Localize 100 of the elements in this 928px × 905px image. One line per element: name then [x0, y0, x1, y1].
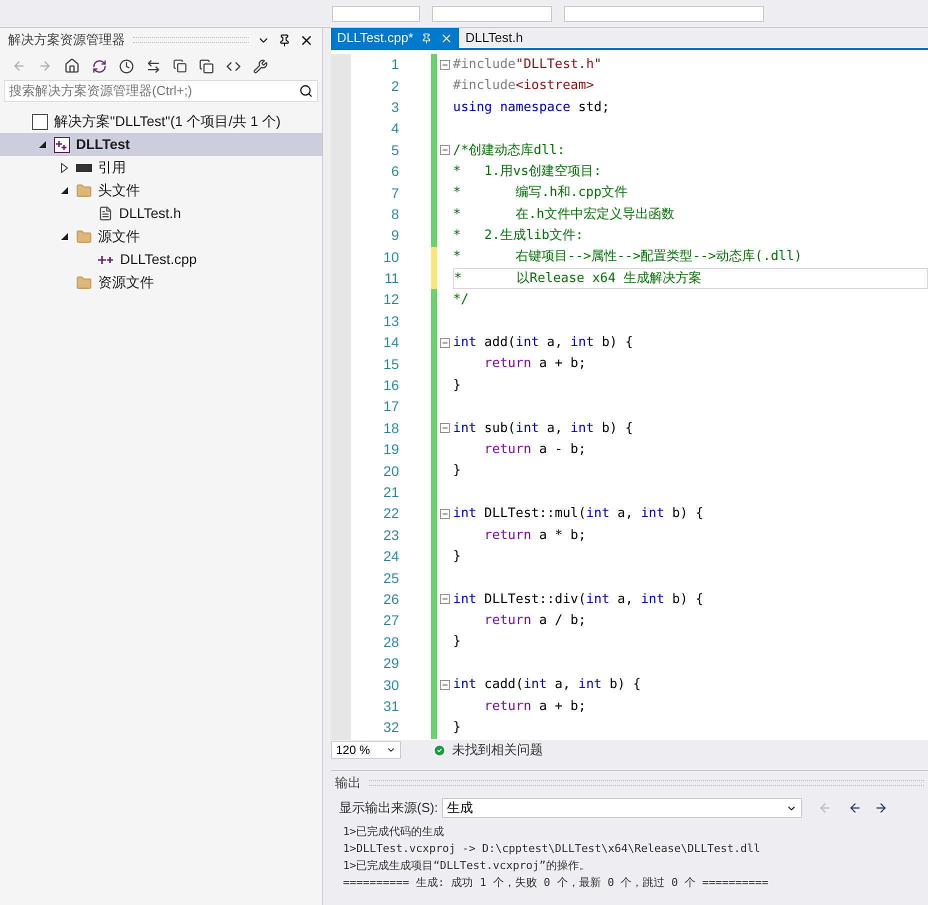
- collapse-icon[interactable]: [440, 338, 450, 348]
- solution-icon: [32, 114, 48, 130]
- line-number: 7: [391, 184, 399, 203]
- tree-item[interactable]: 资源文件: [0, 271, 322, 294]
- collapse-all-icon[interactable]: [173, 59, 187, 73]
- line-number: 2: [391, 76, 399, 96]
- line-number: 9: [391, 226, 399, 246]
- search-icon: [299, 84, 313, 98]
- line-number: 14: [383, 333, 399, 352]
- line-number: 19: [383, 440, 399, 460]
- code-line: * 2.生成lib文件:: [453, 227, 584, 246]
- folder-icon: [76, 182, 92, 198]
- line-number: 22: [383, 504, 399, 524]
- pin-icon[interactable]: [278, 34, 291, 46]
- code-line: }: [453, 633, 461, 652]
- clock-icon[interactable]: [119, 58, 134, 74]
- line-number: 29: [383, 654, 399, 674]
- code-line: }: [453, 719, 461, 738]
- file-icon: [98, 206, 113, 221]
- folder-icon: [76, 228, 92, 244]
- line-number: 8: [391, 204, 399, 224]
- tree-item[interactable]: 解决方案"DLLTest"(1 个项目/共 1 个): [0, 110, 322, 133]
- show-all-files-icon[interactable]: [199, 58, 214, 74]
- line-number: 17: [383, 397, 399, 416]
- code-line: #include"DLLTest.h": [453, 56, 602, 74]
- tree-item[interactable]: DLLTest.cpp: [0, 248, 322, 271]
- tree-item[interactable]: 源文件: [0, 225, 322, 248]
- output-line: 1>已完成生成项目“DLLTest.vcxproj”的操作。: [343, 858, 591, 874]
- line-number: 15: [383, 354, 399, 374]
- tree-item[interactable]: 头文件: [0, 179, 322, 202]
- line-number: 23: [383, 526, 399, 545]
- code-line: /*创建动态库dll:: [453, 142, 565, 160]
- collapse-icon[interactable]: [440, 680, 450, 690]
- code-line: * 在.h文件中宏定义导出函数: [453, 206, 674, 224]
- line-number: 20: [383, 462, 399, 481]
- source-label: 显示输出来源(S):: [339, 799, 438, 818]
- code-line: * 1.用vs创建空项目:: [453, 162, 602, 181]
- home-icon[interactable]: [64, 58, 80, 74]
- switch-views-icon[interactable]: [92, 58, 107, 74]
- status-message: 未找到相关问题: [452, 741, 543, 760]
- line-number: 32: [383, 718, 399, 738]
- properties-icon[interactable]: [253, 58, 268, 74]
- line-number: 27: [383, 611, 399, 630]
- code-line: * 编写.h和.cpp文件: [453, 184, 628, 202]
- expanded-arrow-icon[interactable]: [38, 141, 46, 148]
- line-number: 18: [383, 418, 399, 438]
- line-number: 6: [391, 162, 399, 182]
- output-line: ========== 生成: 成功 1 个，失败 0 个，最新 0 个，跳过 0 个 ==========: [343, 875, 770, 891]
- code-line: return a - b;: [483, 440, 586, 459]
- expanded-arrow-icon[interactable]: [60, 187, 68, 194]
- code-line: int add(int a, int b) {: [453, 334, 634, 352]
- line-number: 26: [383, 590, 399, 609]
- cpp-file-icon: [98, 254, 114, 264]
- code-line: int sub(int a, int b) {: [453, 420, 634, 438]
- line-number: 28: [383, 632, 399, 652]
- expanded-arrow-icon[interactable]: [60, 233, 68, 240]
- code-line: }: [453, 548, 461, 566]
- code-line: * 以Release x64 生成解决方案: [454, 270, 702, 288]
- line-number: 12: [383, 290, 399, 310]
- code-line: }: [453, 462, 461, 480]
- line-number: 31: [383, 696, 399, 716]
- collapse-icon[interactable]: [440, 423, 450, 434]
- collapse-icon[interactable]: [440, 508, 450, 519]
- go-to-previous-icon[interactable]: [848, 801, 862, 815]
- tree-item[interactable]: 引用: [0, 156, 322, 179]
- collapse-icon[interactable]: [440, 594, 450, 604]
- collapse-icon[interactable]: [440, 60, 450, 70]
- line-number: 5: [391, 140, 399, 160]
- line-number: 13: [383, 312, 399, 331]
- tree-item[interactable]: DLLTest: [0, 133, 322, 156]
- code-line: }: [453, 376, 461, 395]
- tree-item[interactable]: DLLTest.h: [0, 202, 322, 225]
- code-line: return a + b;: [483, 698, 586, 716]
- editor-tab[interactable]: DLLTest.h: [459, 28, 529, 48]
- line-number: 10: [383, 248, 399, 267]
- collapse-icon[interactable]: [440, 145, 450, 156]
- code-line: * 右键项目-->属性-->配置类型-->动态库(.dll): [453, 248, 802, 266]
- code-line: int DLLTest::div(int a, int b) {: [453, 590, 704, 609]
- line-number: 25: [383, 568, 399, 588]
- references-icon: [76, 164, 92, 172]
- search-field[interactable]: 搜索解决方案资源管理器(Ctrl+;): [4, 80, 318, 102]
- go-to-next-icon[interactable]: [874, 801, 888, 815]
- collapsed-arrow-icon[interactable]: [60, 162, 68, 172]
- panel-title: 解决方案资源管理器: [8, 31, 125, 50]
- output-line: 1>DLLTest.vcxproj -> D:\cpptest\DLLTest\x64\Release\DLLTest.dll: [343, 841, 762, 857]
- panel-title: 输出: [335, 774, 361, 792]
- code-line: int DLLTest::mul(int a, int b) {: [453, 505, 704, 524]
- line-number: 1: [391, 55, 399, 74]
- project-icon: [54, 136, 70, 152]
- code-line: return a / b;: [483, 612, 586, 630]
- code-line: return a + b;: [483, 355, 586, 374]
- line-number: 30: [383, 676, 399, 695]
- code-line: return a * b;: [483, 526, 586, 545]
- zoom-dropdown[interactable]: 120 %: [331, 741, 401, 759]
- line-number: 3: [391, 98, 399, 117]
- sync-icon[interactable]: [146, 58, 161, 74]
- line-number: 16: [383, 376, 399, 396]
- code-line: using namespace std;: [453, 98, 610, 117]
- source-dropdown[interactable]: 生成: [442, 798, 802, 818]
- check-icon: [433, 744, 446, 756]
